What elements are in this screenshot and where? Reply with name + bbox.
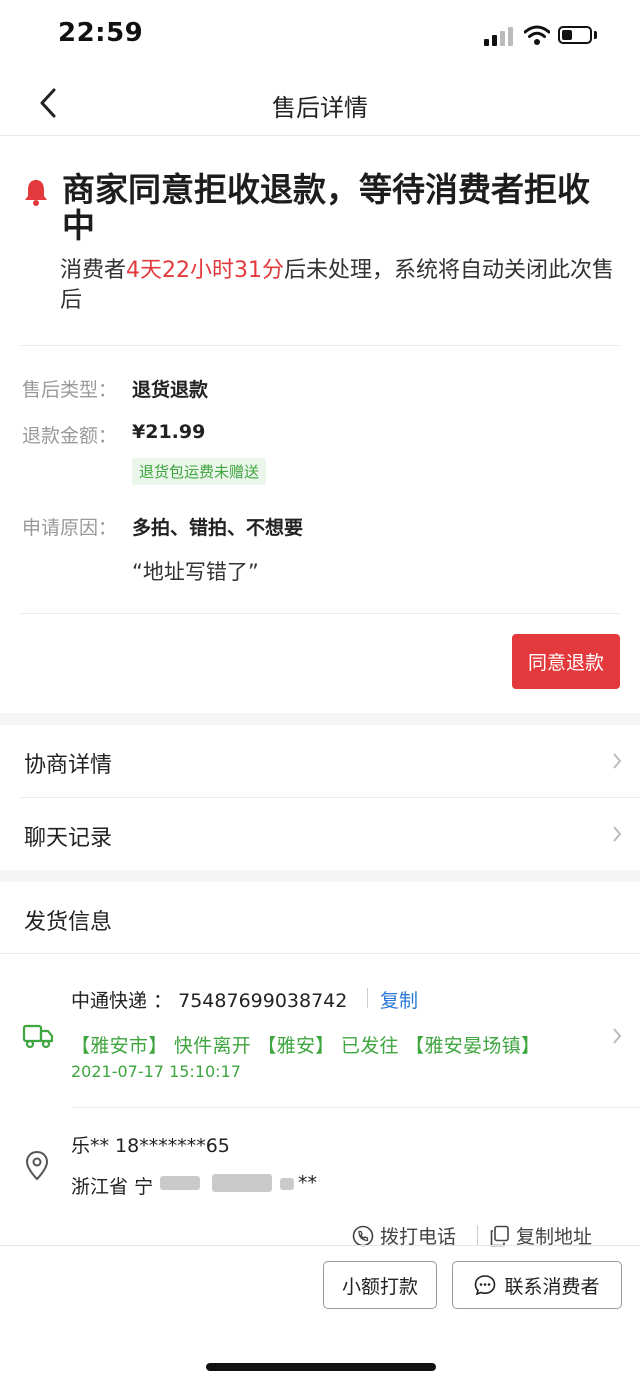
copy-separator [367,988,368,1008]
redaction-mask [280,1178,294,1190]
cellular-signal-icon [484,26,516,46]
address-divider [71,1107,640,1108]
copy-tracking-link[interactable]: 复制 [380,986,418,1013]
bell-icon [25,180,47,206]
shipping-title: 发货信息 [24,910,113,935]
status-headline: 商家同意拒收退款，等待消费者拒收中 [62,170,590,245]
chevron-right-icon[interactable] [612,1027,622,1045]
battery-tip [594,31,597,39]
status-time: 22:59 [58,18,144,48]
truck-icon [22,1024,54,1049]
chevron-right-icon [613,753,622,769]
copy-icon [490,1225,509,1246]
status-divider [20,345,620,346]
type-label: 售后类型： [22,379,118,401]
chat-bubble-icon [475,1275,496,1296]
type-value: 退货退款 [132,379,209,401]
redaction-mask [160,1176,200,1190]
address-province: 浙江省 [71,1176,129,1198]
negotiation-row[interactable]: 协商详情 [0,725,640,797]
chevron-right-icon [613,826,622,842]
shipping-divider [0,953,640,954]
reason-value: 多拍、错拍、不想要 [132,517,304,539]
wifi-icon [524,25,550,45]
receiver-info: 乐** 18*******65 [71,1135,230,1157]
redaction-mask [212,1174,272,1192]
action-separator [477,1225,478,1245]
agree-refund-button[interactable]: 同意退款 [512,634,620,689]
contact-consumer-button[interactable]: 联系消费者 [452,1261,622,1309]
amount-label: 退款金额： [22,425,118,447]
receiver-address: 浙江省 宁 [71,1172,153,1199]
location-pin-icon [25,1150,49,1181]
tracking-number: 75487699038742 [178,990,348,1012]
section-gap [0,713,640,725]
tracking-status[interactable]: 【雅安市】 快件离开 【雅安】 已发往 【雅安晏场镇】 [71,1031,540,1058]
phone-icon [352,1225,374,1246]
countdown-prefix: 消费者 [60,258,127,283]
tracking-line: 中通快递 ： 75487699038742 [71,986,347,1013]
home-indicator [206,1363,436,1371]
small-payment-button[interactable]: 小额打款 [323,1261,437,1309]
chat-row[interactable]: 聊天记录 [0,798,640,870]
shipping-fee-tag: 退货包运费未赠送 [132,458,267,485]
carrier-name: 中通快递 [71,990,148,1012]
bottom-bar-divider [0,1245,640,1246]
negotiation-label: 协商详情 [24,753,113,778]
countdown-notice: 消费者4天22小时31分后未处理，系统将自动关闭此次售后 [60,256,620,316]
reason-note: “地址写错了” [132,560,259,584]
chat-label: 聊天记录 [24,826,113,851]
tracking-time: 2021-07-17 15:10:17 [71,1062,241,1081]
contact-label: 联系消费者 [504,1275,600,1298]
address-start: 宁 [134,1176,154,1198]
details-divider [20,613,620,614]
countdown-time: 4天22小时31分 [126,258,285,283]
amount-value: ¥21.99 [132,421,206,443]
reason-label: 申请原因： [22,517,118,539]
section-gap [0,870,640,882]
tracking-separator: ： [153,990,173,1012]
page-title: 售后详情 [272,94,368,122]
address-end: ** [298,1172,317,1194]
nav-divider [0,135,640,136]
battery-icon [558,26,592,44]
